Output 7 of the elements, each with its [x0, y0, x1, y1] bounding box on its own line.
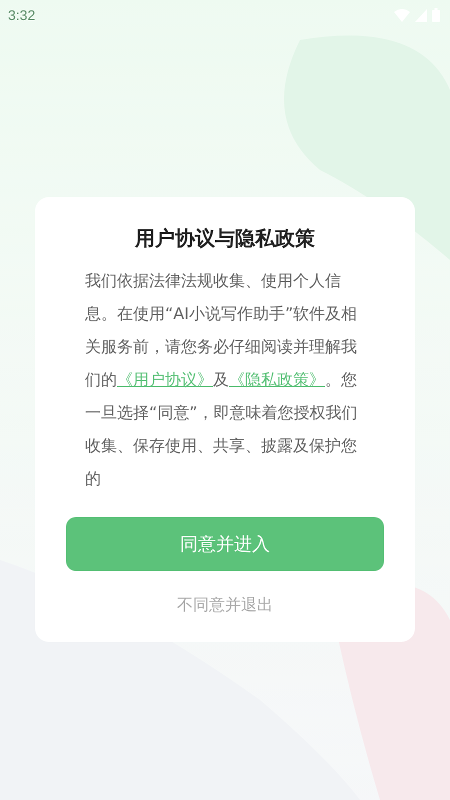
- agreement-text: 我们依据法律法规收集、使用个人信息。在使用“AI小说写作助手”软件及相关服务前，请您务必仔细阅读并理解我们的《用户协议》及《隐私政策》。您一旦选择“同意”，即意味着您授权我们收集、保存使用、共享、披露及保护您的: [85, 270, 359, 490]
- decline-link[interactable]: 不同意并退出: [177, 595, 273, 616]
- agreement-link[interactable]: 《隐私政策》: [229, 370, 325, 389]
- agreement-link[interactable]: 《用户协议》: [117, 370, 213, 389]
- dialog-title: 用户协议与隐私政策: [135, 225, 315, 252]
- agree-button[interactable]: 同意并进入: [66, 517, 384, 571]
- status-time: 3:32: [8, 7, 36, 23]
